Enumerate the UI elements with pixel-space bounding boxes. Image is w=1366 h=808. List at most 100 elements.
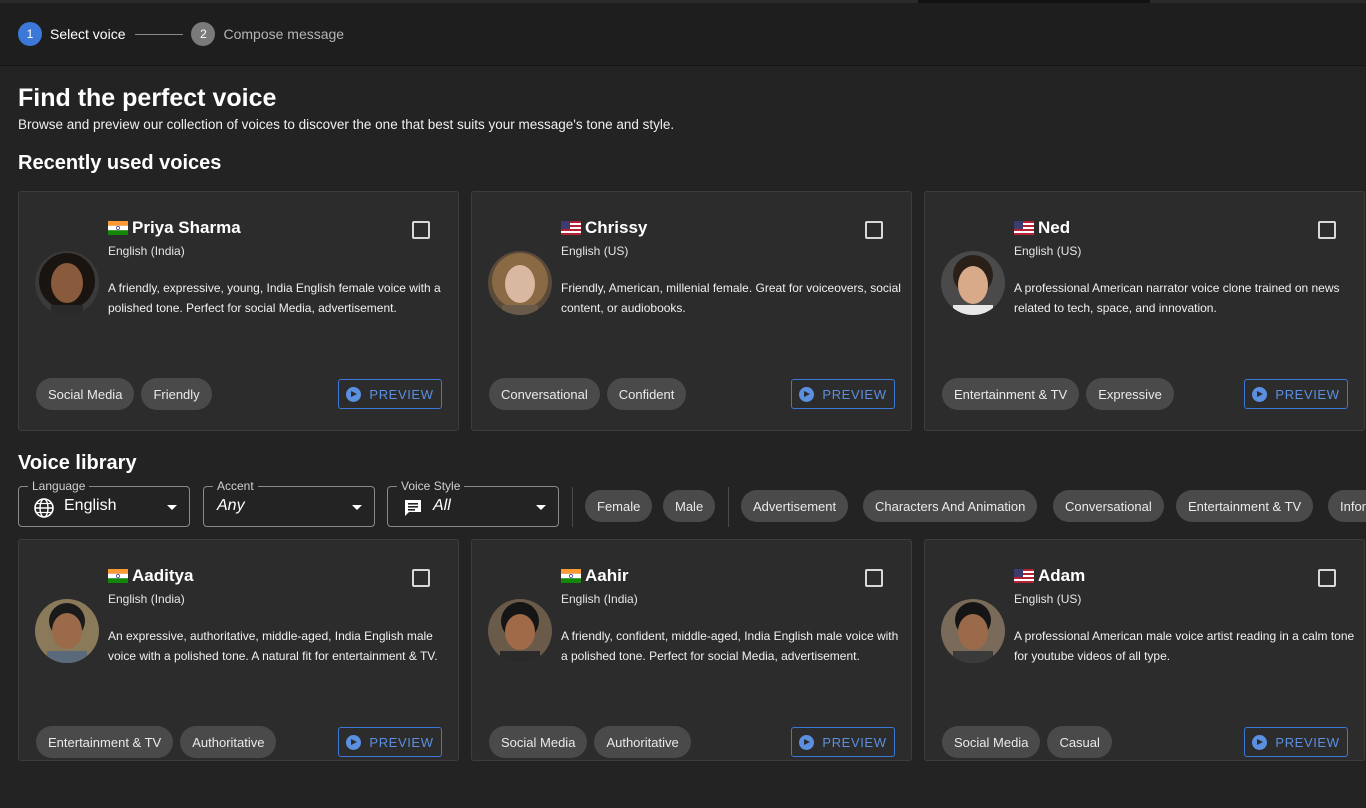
chevron-down-icon (536, 505, 546, 510)
step-select-voice[interactable]: 1 Select voice (18, 22, 125, 46)
voice-name: Chrissy (585, 218, 648, 237)
select-checkbox[interactable] (412, 569, 430, 587)
step-label: Compose message (223, 26, 345, 42)
voice-card[interactable]: Chrissy English (US) Friendly, American,… (471, 191, 912, 431)
india-flag-icon (108, 569, 128, 583)
recent-voices-title: Recently used voices (18, 152, 222, 174)
tag-list: Social Media Friendly (36, 378, 212, 410)
tag: Expressive (1086, 378, 1174, 410)
tag-list: Entertainment & TV Authoritative (36, 726, 277, 758)
tag-list: Conversational Confident (489, 378, 687, 410)
avatar (941, 599, 1005, 663)
chip-male[interactable]: Male (663, 490, 716, 522)
voice-language: English (US) (561, 244, 629, 258)
preview-label: PREVIEW (1275, 386, 1340, 402)
chip-conversational[interactable]: Conversational (1053, 490, 1164, 522)
preview-button[interactable]: PREVIEW (338, 379, 442, 409)
preview-label: PREVIEW (369, 386, 434, 402)
play-icon (1252, 386, 1268, 402)
filter-label: Voice Style (397, 479, 465, 493)
page-subtitle: Browse and preview our collection of voi… (18, 117, 675, 132)
page-title: Find the perfect voice (18, 84, 277, 112)
voice-name: Adam (1038, 566, 1086, 585)
voice-description: An expressive, authoritative, middle-age… (108, 629, 438, 663)
voice-name: Ned (1038, 218, 1071, 237)
play-icon (799, 386, 815, 402)
select-checkbox[interactable] (1318, 221, 1336, 239)
tag-list: Entertainment & TV Expressive (942, 378, 1174, 410)
tag: Entertainment & TV (942, 378, 1080, 410)
us-flag-icon (561, 221, 581, 235)
accent-select[interactable]: Accent Any (203, 479, 375, 527)
voice-name: Priya Sharma (132, 218, 241, 237)
tag: Friendly (141, 378, 212, 410)
voice-card[interactable]: Priya Sharma English (India) A friendly,… (18, 191, 459, 431)
chip-characters-and-animation[interactable]: Characters And Animation (863, 490, 1038, 522)
tag: Casual (1047, 726, 1112, 758)
preview-button[interactable]: PREVIEW (1244, 379, 1348, 409)
tag: Social Media (942, 726, 1041, 758)
step-number: 2 (191, 22, 216, 46)
preview-label: PREVIEW (822, 386, 887, 402)
voice-language: English (US) (1014, 244, 1082, 258)
avatar (941, 251, 1005, 315)
tag: Authoritative (594, 726, 691, 758)
voice-description: A friendly, confident, middle-aged, Indi… (561, 629, 899, 663)
chip-entertainment-tv[interactable]: Entertainment & TV (1176, 490, 1314, 522)
us-flag-icon (1014, 569, 1034, 583)
tag: Authoritative (180, 726, 277, 758)
preview-label: PREVIEW (822, 734, 887, 750)
select-checkbox[interactable] (865, 221, 883, 239)
preview-button[interactable]: PREVIEW (791, 379, 895, 409)
tag: Conversational (489, 378, 600, 410)
tag: Social Media (36, 378, 135, 410)
voice-language: English (India) (561, 592, 638, 606)
globe-icon (33, 497, 55, 519)
avatar (488, 599, 552, 663)
tag: Confident (606, 378, 687, 410)
filter-divider (728, 487, 729, 527)
select-checkbox[interactable] (865, 569, 883, 587)
voice-name: Aahir (585, 566, 629, 585)
step-connector (135, 33, 184, 35)
voice-library-title: Voice library (18, 452, 137, 474)
voice-description: A professional American narrator voice c… (1014, 281, 1340, 315)
tag-list: Social Media Authoritative (489, 726, 691, 758)
india-flag-icon (561, 569, 581, 583)
voice-card[interactable]: Aahir English (India) A friendly, confid… (471, 539, 912, 761)
preview-button[interactable]: PREVIEW (1244, 727, 1348, 757)
tag: Social Media (489, 726, 588, 758)
voice-language: English (India) (108, 244, 185, 258)
language-select[interactable]: Language English (18, 479, 190, 527)
select-checkbox[interactable] (1318, 569, 1336, 587)
preview-label: PREVIEW (1275, 734, 1340, 750)
voice-language: English (US) (1014, 592, 1082, 606)
stepper: 1 Select voice 2 Compose message (0, 3, 1366, 66)
filter-label: Language (28, 479, 90, 493)
filter-value: Any (217, 497, 245, 514)
voice-card[interactable]: Ned English (US) A professional American… (924, 191, 1365, 431)
tag: Entertainment & TV (36, 726, 174, 758)
voice-description: Friendly, American, millenial female. Gr… (561, 281, 901, 315)
play-icon (346, 386, 362, 402)
chip-informational[interactable]: Infor (1328, 490, 1366, 522)
voice-card[interactable]: Aaditya English (India) An expressive, a… (18, 539, 459, 761)
voice-description: A professional American male voice artis… (1014, 629, 1355, 663)
preview-button[interactable]: PREVIEW (338, 727, 442, 757)
chip-female[interactable]: Female (585, 490, 653, 522)
india-flag-icon (108, 221, 128, 235)
chip-advertisement[interactable]: Advertisement (741, 490, 849, 522)
filter-value: English (64, 497, 117, 514)
chevron-down-icon (167, 505, 177, 510)
us-flag-icon (1014, 221, 1034, 235)
play-icon (1252, 734, 1268, 750)
filter-label: Accent (213, 479, 258, 493)
voice-card[interactable]: Adam English (US) A professional America… (924, 539, 1365, 761)
step-compose-message[interactable]: 2 Compose message (191, 22, 344, 46)
step-label: Select voice (50, 26, 126, 42)
preview-button[interactable]: PREVIEW (791, 727, 895, 757)
select-checkbox[interactable] (412, 221, 430, 239)
voice-name: Aaditya (132, 566, 194, 585)
voice-style-select[interactable]: Voice Style All (387, 479, 559, 527)
avatar (35, 251, 99, 315)
